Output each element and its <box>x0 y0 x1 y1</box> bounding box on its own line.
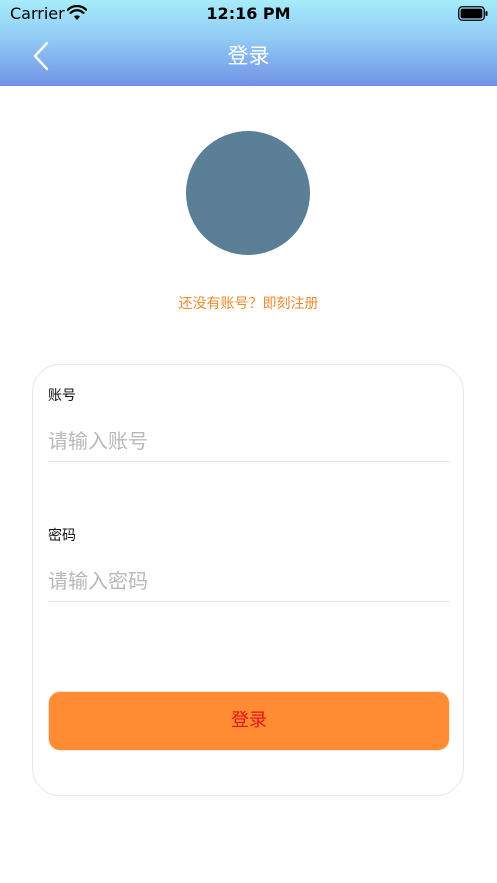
account-label: 账号 <box>48 388 76 404</box>
register-link[interactable]: 还没有账号？即刻注册 <box>0 294 497 314</box>
login-screen: Carrier 12:16 PM 登录 还没有账号？即刻注册 账号 密码 <box>0 0 497 883</box>
account-input[interactable] <box>48 421 451 462</box>
password-input[interactable] <box>48 561 451 602</box>
avatar <box>186 131 310 255</box>
header: Carrier 12:16 PM 登录 <box>0 0 497 86</box>
page-title: 登录 <box>227 44 270 68</box>
status-time: 12:16 PM <box>206 4 291 23</box>
status-bar: Carrier 12:16 PM <box>0 0 497 28</box>
password-label: 密码 <box>48 528 76 544</box>
login-form-card: 账号 密码 登录 <box>32 364 464 796</box>
login-button[interactable]: 登录 <box>48 691 450 751</box>
battery-icon <box>458 6 488 21</box>
nav-bar: 登录 <box>0 28 497 86</box>
